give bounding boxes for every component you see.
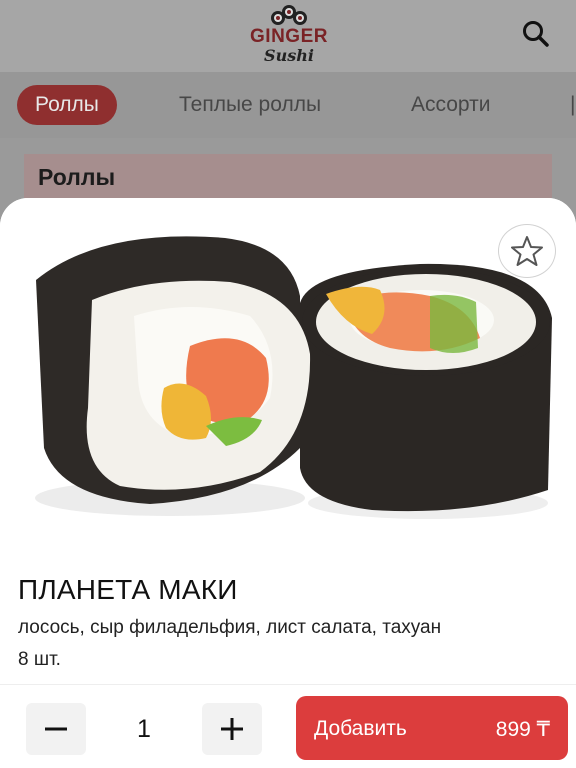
decrease-quantity-button[interactable] bbox=[26, 703, 86, 755]
favorite-button[interactable] bbox=[498, 224, 556, 278]
minus-icon bbox=[45, 727, 67, 731]
logo-text-ginger: GINGER bbox=[250, 26, 328, 47]
star-outline-icon bbox=[511, 236, 543, 266]
tab-assorti[interactable]: Ассорти bbox=[411, 85, 491, 125]
section-title: Роллы bbox=[24, 154, 552, 200]
plus-icon bbox=[221, 718, 243, 740]
add-to-cart-label: Добавить bbox=[314, 717, 407, 740]
quantity-value: 1 bbox=[137, 715, 151, 743]
ginger-sushi-logo[interactable]: GINGER Sushi bbox=[248, 4, 330, 68]
search-button[interactable] bbox=[518, 16, 554, 52]
category-tabs: Роллы Теплые роллы Ассорти | bbox=[0, 72, 576, 138]
search-icon bbox=[523, 21, 549, 47]
order-bar: 1 Добавить 899 ₸ bbox=[0, 684, 576, 768]
product-title: ПЛАНЕТА МАКИ bbox=[18, 574, 238, 605]
tab-warm-rolls[interactable]: Теплые роллы bbox=[179, 85, 321, 125]
logo-text-sushi: Sushi bbox=[264, 46, 314, 65]
add-to-cart-button[interactable]: Добавить 899 ₸ bbox=[296, 696, 568, 760]
product-photo bbox=[0, 198, 576, 558]
product-bottom-sheet: ПЛАНЕТА МАКИ лосось, сыр филадельфия, ли… bbox=[0, 198, 576, 768]
tab-next-partial[interactable]: | bbox=[570, 85, 576, 125]
tab-rolls[interactable]: Роллы bbox=[17, 85, 117, 125]
product-portion: 8 шт. bbox=[18, 649, 61, 670]
app-header: GINGER Sushi bbox=[0, 0, 576, 72]
sushi-rolls-logo-icon bbox=[271, 5, 307, 25]
product-price: 899 ₸ bbox=[495, 718, 550, 741]
increase-quantity-button[interactable] bbox=[202, 703, 262, 755]
product-description: лосось, сыр филадельфия, лист салата, та… bbox=[18, 617, 442, 638]
